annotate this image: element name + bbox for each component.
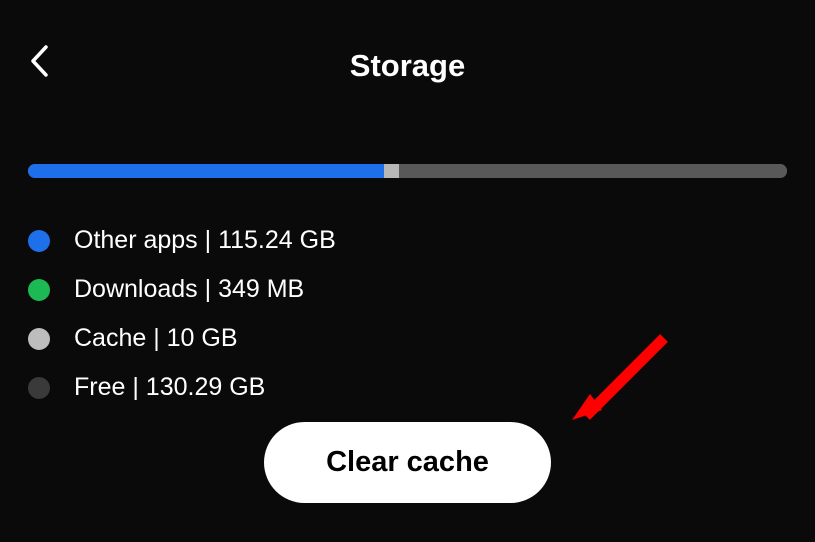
legend-item-cache: Cache | 10 GB <box>28 324 787 353</box>
chevron-left-icon <box>28 44 50 78</box>
legend-label: Cache | 10 GB <box>74 324 238 353</box>
legend-item-free: Free | 130.29 GB <box>28 373 787 402</box>
legend-item-downloads: Downloads | 349 MB <box>28 275 787 304</box>
bar-segment-other <box>28 164 384 178</box>
button-row: Clear cache <box>0 422 815 503</box>
storage-usage-bar <box>28 164 787 178</box>
legend-label: Downloads | 349 MB <box>74 275 304 304</box>
legend-label: Free | 130.29 GB <box>74 373 265 402</box>
header: Storage <box>0 0 815 112</box>
storage-legend: Other apps | 115.24 GB Downloads | 349 M… <box>28 226 787 402</box>
legend-dot-icon <box>28 328 50 350</box>
page-title: Storage <box>28 48 787 84</box>
back-button[interactable] <box>28 44 50 78</box>
legend-dot-icon <box>28 230 50 252</box>
legend-dot-icon <box>28 377 50 399</box>
bar-segment-free <box>399 164 787 178</box>
legend-item-other: Other apps | 115.24 GB <box>28 226 787 255</box>
bar-segment-downloads <box>384 164 399 178</box>
legend-label: Other apps | 115.24 GB <box>74 226 336 255</box>
clear-cache-button[interactable]: Clear cache <box>264 422 551 503</box>
legend-dot-icon <box>28 279 50 301</box>
